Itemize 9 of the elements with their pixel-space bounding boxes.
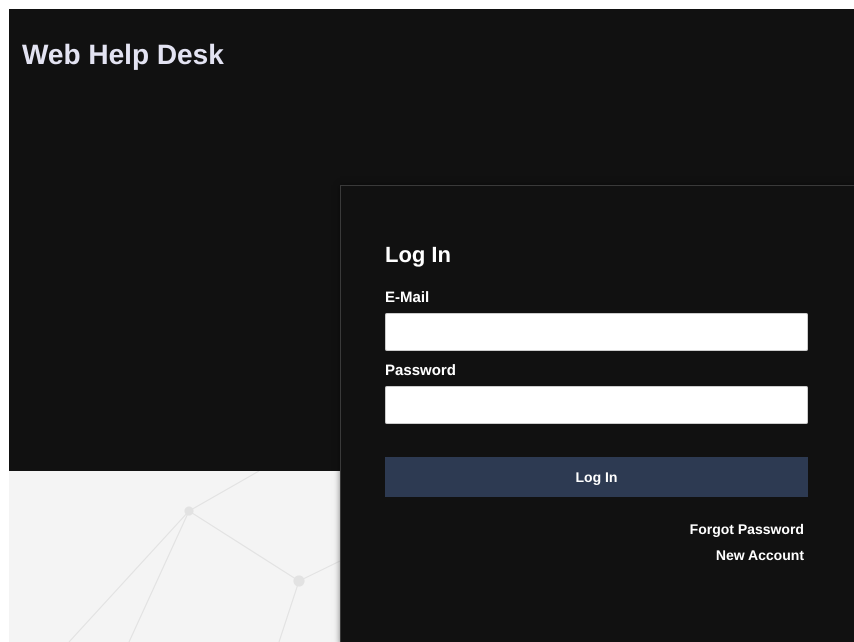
field-label: E-Mail (385, 289, 430, 307)
field-label: Password (385, 362, 457, 380)
account-link[interactable]: Forgot Password (690, 521, 804, 538)
input-field[interactable] (385, 313, 808, 351)
login-button[interactable]: Log In (385, 457, 808, 497)
input-field[interactable] (385, 386, 808, 424)
app-title: Web Help Desk (22, 39, 225, 71)
login-heading: Log In (385, 241, 452, 269)
account-link[interactable]: New Account (716, 547, 804, 564)
